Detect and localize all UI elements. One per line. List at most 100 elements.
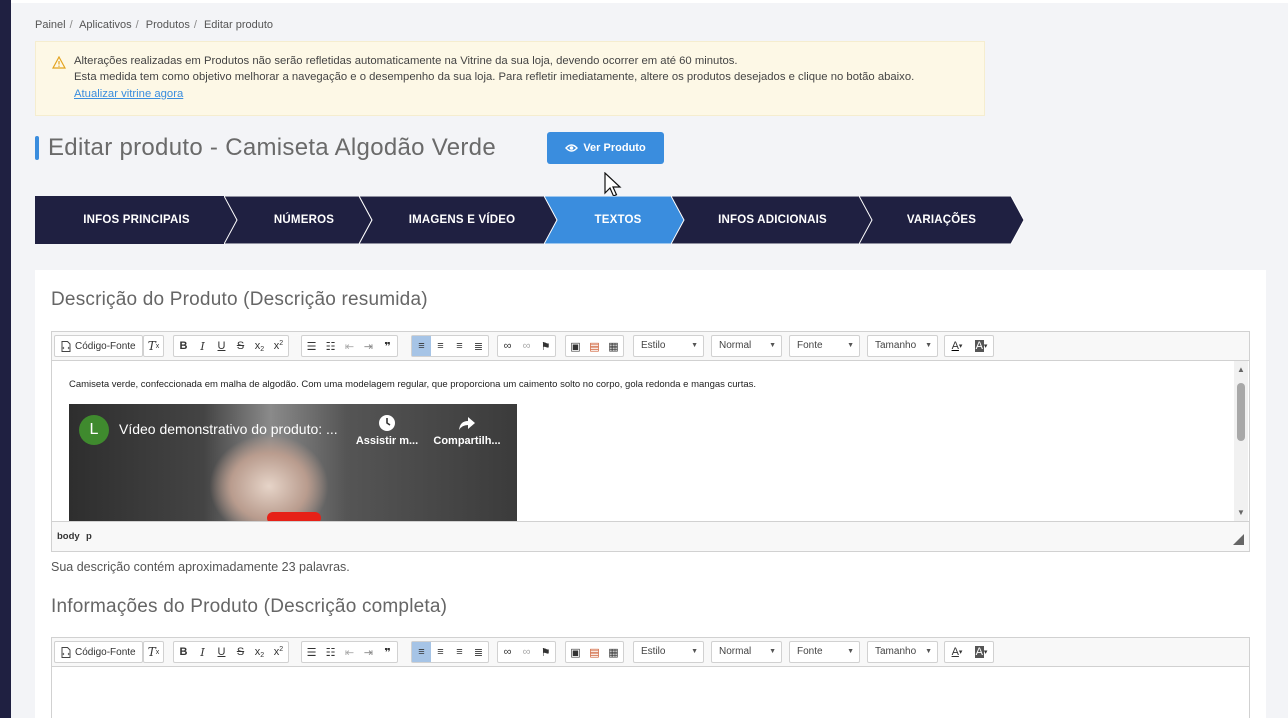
format-select[interactable]: Normal ▼ bbox=[711, 641, 782, 663]
insert-group: ▣ ▤ ▦ bbox=[565, 335, 624, 357]
bold-icon[interactable]: B bbox=[174, 642, 193, 662]
editor-toolbar: Código-Fonte Tx B I U S x2 x2 ☰ ☷ ⇤ ⇥ ❞ bbox=[52, 638, 1249, 667]
breadcrumb-produtos[interactable]: Produtos bbox=[146, 19, 190, 31]
scroll-up-icon[interactable]: ▲ bbox=[1237, 365, 1245, 374]
text-color-icon[interactable]: A ▾ bbox=[945, 336, 969, 356]
align-center-icon[interactable]: ≡ bbox=[431, 642, 450, 662]
underline-icon[interactable]: U bbox=[212, 336, 231, 356]
scrollbar-thumb[interactable] bbox=[1237, 383, 1245, 441]
table-icon[interactable]: ▦ bbox=[604, 336, 623, 356]
font-select[interactable]: Fonte ▼ bbox=[789, 641, 860, 663]
numbered-list-icon[interactable]: ☰ bbox=[302, 336, 321, 356]
title-accent-bar bbox=[35, 136, 39, 160]
bg-color-icon[interactable]: A ▾ bbox=[969, 642, 993, 662]
editor-content-area[interactable] bbox=[52, 667, 1249, 718]
document-icon bbox=[61, 646, 71, 658]
link-group: ∞ ∞ ⚑ bbox=[497, 641, 556, 663]
update-vitrine-link[interactable]: Atualizar vitrine agora bbox=[74, 88, 183, 100]
blockquote-icon[interactable]: ❞ bbox=[378, 336, 397, 356]
anchor-flag-icon[interactable]: ⚑ bbox=[536, 336, 555, 356]
outdent-icon[interactable]: ⇤ bbox=[340, 336, 359, 356]
outdent-icon[interactable]: ⇤ bbox=[340, 642, 359, 662]
size-select[interactable]: Tamanho ▼ bbox=[867, 335, 938, 357]
align-right-icon[interactable]: ≡ bbox=[450, 642, 469, 662]
breadcrumb-painel[interactable]: Painel bbox=[35, 19, 66, 31]
tab-numeros[interactable]: NÚMEROS bbox=[224, 196, 372, 244]
subscript-icon[interactable]: x2 bbox=[250, 336, 269, 356]
chevron-down-icon: ▼ bbox=[847, 342, 854, 349]
source-code-button[interactable]: Código-Fonte bbox=[55, 336, 142, 356]
youtube-video-embed[interactable]: L Vídeo demonstrativo do produto: ... As… bbox=[69, 404, 517, 521]
link-icon[interactable]: ∞ bbox=[498, 642, 517, 662]
bg-color-icon[interactable]: A ▾ bbox=[969, 336, 993, 356]
tab-imagens-video[interactable]: IMAGENS E VÍDEO bbox=[359, 196, 559, 244]
style-select[interactable]: Estilo ▼ bbox=[633, 641, 704, 663]
align-left-icon[interactable]: ≡ bbox=[412, 642, 431, 662]
table-icon[interactable]: ▦ bbox=[604, 642, 623, 662]
underline-icon[interactable]: U bbox=[212, 642, 231, 662]
superscript-icon[interactable]: x2 bbox=[269, 336, 288, 356]
font-select[interactable]: Fonte ▼ bbox=[789, 335, 860, 357]
page-title: Editar produto - Camiseta Algodão Verde bbox=[48, 134, 496, 161]
image-icon[interactable]: ▣ bbox=[566, 642, 585, 662]
align-justify-icon[interactable]: ≣ bbox=[469, 336, 488, 356]
bullet-list-icon[interactable]: ☷ bbox=[321, 642, 340, 662]
insert-group: ▣ ▤ ▦ bbox=[565, 641, 624, 663]
italic-icon[interactable]: I bbox=[193, 336, 212, 356]
video-title[interactable]: Vídeo demonstrativo do produto: ... bbox=[119, 421, 338, 437]
breadcrumb: Painel / Aplicativos / Produtos / Editar pr… bbox=[35, 19, 277, 31]
anchor-flag-icon[interactable]: ⚑ bbox=[536, 642, 555, 662]
subscript-icon[interactable]: x2 bbox=[250, 642, 269, 662]
tab-textos[interactable]: TEXTOS bbox=[544, 196, 686, 244]
tab-infos-principais[interactable]: INFOS PRINCIPAIS bbox=[35, 196, 238, 244]
bold-icon[interactable]: B bbox=[174, 336, 193, 356]
source-code-label: Código-Fonte bbox=[75, 646, 136, 658]
bullet-list-icon[interactable]: ☷ bbox=[321, 336, 340, 356]
numbered-list-icon[interactable]: ☰ bbox=[302, 642, 321, 662]
share-button[interactable]: Compartilh... bbox=[431, 414, 503, 447]
strike-icon[interactable]: S bbox=[231, 642, 250, 662]
italic-icon[interactable]: I bbox=[193, 642, 212, 662]
chevron-down-icon: ▼ bbox=[847, 648, 854, 655]
text-color-icon[interactable]: A ▾ bbox=[945, 642, 969, 662]
style-select[interactable]: Estilo ▼ bbox=[633, 335, 704, 357]
youtube-icon[interactable]: ▤ bbox=[585, 642, 604, 662]
align-right-icon[interactable]: ≡ bbox=[450, 336, 469, 356]
align-center-icon[interactable]: ≡ bbox=[431, 336, 450, 356]
breadcrumb-separator: / bbox=[69, 19, 73, 31]
breadcrumb-aplicativos[interactable]: Aplicativos bbox=[79, 19, 132, 31]
indent-icon[interactable]: ⇥ bbox=[359, 642, 378, 662]
view-product-button[interactable]: Ver Produto bbox=[547, 132, 664, 164]
blockquote-icon[interactable]: ❞ bbox=[378, 642, 397, 662]
resize-handle-icon[interactable] bbox=[1233, 534, 1244, 545]
superscript-icon[interactable]: x2 bbox=[269, 642, 288, 662]
play-button-icon[interactable] bbox=[267, 512, 321, 521]
element-path-body[interactable]: body bbox=[57, 531, 80, 542]
image-icon[interactable]: ▣ bbox=[566, 336, 585, 356]
tab-infos-adicionais[interactable]: INFOS ADICIONAIS bbox=[671, 196, 874, 244]
size-select[interactable]: Tamanho ▼ bbox=[867, 641, 938, 663]
tab-variacoes[interactable]: VARIAÇÕES bbox=[859, 196, 1024, 244]
channel-avatar[interactable]: L bbox=[79, 415, 109, 445]
unlink-icon[interactable]: ∞ bbox=[517, 642, 536, 662]
editor-content-area[interactable]: Camiseta verde, confeccionada em malha d… bbox=[52, 361, 1249, 521]
remove-format-icon[interactable]: Tx bbox=[144, 642, 163, 662]
watch-later-button[interactable]: Assistir m... bbox=[351, 414, 423, 447]
indent-icon[interactable]: ⇥ bbox=[359, 336, 378, 356]
color-group: A ▾ A ▾ bbox=[944, 335, 994, 357]
full-desc-editor: Código-Fonte Tx B I U S x2 x2 ☰ ☷ ⇤ ⇥ ❞ bbox=[51, 637, 1250, 718]
editor-scrollbar[interactable]: ▲ ▼ bbox=[1234, 361, 1248, 521]
link-icon[interactable]: ∞ bbox=[498, 336, 517, 356]
product-tabs: INFOS PRINCIPAIS NÚMEROS IMAGENS E VÍDEO… bbox=[35, 196, 1025, 244]
scroll-down-icon[interactable]: ▼ bbox=[1237, 508, 1245, 517]
format-select[interactable]: Normal ▼ bbox=[711, 335, 782, 357]
strike-icon[interactable]: S bbox=[231, 336, 250, 356]
youtube-icon[interactable]: ▤ bbox=[585, 336, 604, 356]
element-path-p[interactable]: p bbox=[86, 531, 92, 542]
source-code-button[interactable]: Código-Fonte bbox=[55, 642, 142, 662]
remove-format-icon[interactable]: Tx bbox=[144, 336, 163, 356]
unlink-icon[interactable]: ∞ bbox=[517, 336, 536, 356]
alert-line-1: Alterações realizadas em Produtos não se… bbox=[74, 55, 738, 67]
align-left-icon[interactable]: ≡ bbox=[412, 336, 431, 356]
align-justify-icon[interactable]: ≣ bbox=[469, 642, 488, 662]
